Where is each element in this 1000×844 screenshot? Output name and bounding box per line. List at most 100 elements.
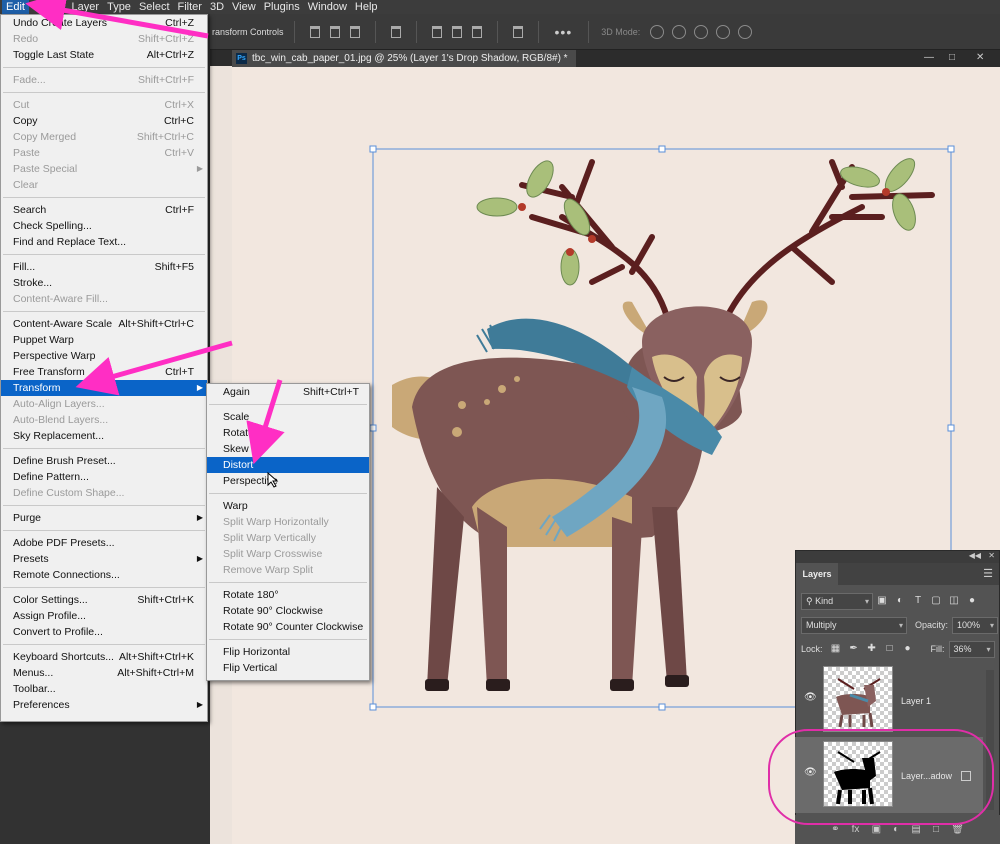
menu-plugins[interactable]: Plugins (260, 0, 304, 14)
lock-position-icon[interactable]: ✚ (866, 643, 878, 655)
transform-controls-label[interactable]: ransform Controls (212, 27, 284, 37)
menu-item-copy[interactable]: Copy Ctrl+C (1, 113, 207, 129)
more-options-icon[interactable]: ••• (555, 24, 573, 40)
submenu-item-flip-vertical[interactable]: Flip Vertical (207, 660, 369, 676)
submenu-item-rotate-90-counter-clockwise[interactable]: Rotate 90° Counter Clockwise (207, 619, 369, 635)
menu-item-search[interactable]: Search Ctrl+F (1, 202, 207, 218)
close-icon[interactable]: ✕ (976, 52, 984, 63)
menu-item-define-brush-preset[interactable]: Define Brush Preset... (1, 453, 207, 469)
submenu-item-scale[interactable]: Scale (207, 409, 369, 425)
link-layers-icon[interactable]: ⚭ (831, 824, 839, 835)
image-filter-icon[interactable]: ▣ (876, 595, 888, 607)
menu-item-stroke[interactable]: Stroke... (1, 275, 207, 291)
menu-item-transform[interactable]: Transform ▶ (1, 380, 207, 396)
align-top-icon[interactable] (431, 25, 442, 38)
menu-item-toolbar[interactable]: Toolbar... (1, 681, 207, 697)
filter-toggle-icon[interactable]: ● (966, 595, 978, 607)
menu-item-auto-align-layers[interactable]: Auto-Align Layers... (1, 396, 207, 412)
menu-item-fill[interactable]: Fill... Shift+F5 (1, 259, 207, 275)
3d-scale-icon[interactable] (738, 24, 753, 39)
menu-item-convert-to-profile[interactable]: Convert to Profile... (1, 624, 207, 640)
menu-item-content-aware-scale[interactable]: Content-Aware Scale Alt+Shift+Ctrl+C (1, 316, 207, 332)
group-folder-icon[interactable]: ▤ (911, 824, 920, 835)
3d-roll-icon[interactable] (672, 24, 687, 39)
menu-item-paste[interactable]: Paste Ctrl+V (1, 145, 207, 161)
add-mask-icon[interactable]: ▣ (872, 824, 881, 835)
menu-item-color-settings[interactable]: Color Settings... Shift+Ctrl+K (1, 592, 207, 608)
menu-item-define-pattern[interactable]: Define Pattern... (1, 469, 207, 485)
menu-item-purge[interactable]: Purge ▶ (1, 510, 207, 526)
menu-item-assign-profile[interactable]: Assign Profile... (1, 608, 207, 624)
type-filter-icon[interactable]: T (912, 595, 924, 607)
submenu-item-skew[interactable]: Skew (207, 441, 369, 457)
collapse-panel-icon[interactable]: ◀◀ (969, 551, 981, 560)
submenu-item-warp[interactable]: Warp (207, 498, 369, 514)
align-right-icon[interactable] (349, 25, 360, 38)
close-panel-icon[interactable]: ✕ (988, 551, 995, 560)
eye-icon[interactable]: 👁 (804, 692, 817, 704)
align-bottom-icon[interactable] (471, 25, 482, 38)
smart-object-filter-icon[interactable]: ◫ (948, 595, 960, 607)
submenu-item-rotate-180[interactable]: Rotate 180° (207, 587, 369, 603)
distribute-horizontal-icon[interactable] (390, 25, 401, 38)
menu-item-define-custom-shape[interactable]: Define Custom Shape... (1, 485, 207, 501)
menu-item-adobe-pdf-presets[interactable]: Adobe PDF Presets... (1, 535, 207, 551)
submenu-item-remove-warp-split[interactable]: Remove Warp Split (207, 562, 369, 578)
fill-field[interactable]: 36% ▾ (948, 640, 995, 658)
menu-item-menus[interactable]: Menus... Alt+Shift+Ctrl+M (1, 665, 207, 681)
submenu-item-distort[interactable]: Distort (207, 457, 369, 473)
align-middle-icon[interactable] (451, 25, 462, 38)
new-layer-icon[interactable]: □ (933, 824, 939, 835)
align-left-icon[interactable] (309, 25, 320, 38)
menu-item-cut[interactable]: Cut Ctrl+X (1, 97, 207, 113)
blend-mode-select[interactable]: Multiply ▾ (801, 616, 907, 634)
menu-item-paste-special[interactable]: Paste Special ▶ (1, 161, 207, 177)
adjustment-layer-icon[interactable]: ◐ (893, 824, 899, 835)
lock-all-icon[interactable]: ● (902, 643, 914, 655)
menu-item-clear[interactable]: Clear (1, 177, 207, 193)
menu-item-check-spelling[interactable]: Check Spelling... (1, 218, 207, 234)
menu-item-undo-create-layers[interactable]: Undo Create Layers Ctrl+Z (1, 15, 207, 31)
3d-pan-icon[interactable] (694, 24, 709, 39)
align-center-icon[interactable] (329, 25, 340, 38)
menu-layer[interactable]: Layer (68, 0, 104, 14)
layer-name[interactable]: Layer 1 (901, 696, 931, 706)
menu-type[interactable]: Type (103, 0, 135, 14)
submenu-item-split-warp-vertically[interactable]: Split Warp Vertically (207, 530, 369, 546)
opacity-field[interactable]: 100% ▾ (952, 616, 999, 634)
document-tab[interactable]: Ps tbc_win_cab_paper_01.jpg @ 25% (Layer… (232, 50, 576, 67)
filter-kind-select[interactable]: ⚲ Kind ▾ (801, 592, 873, 610)
submenu-item-split-warp-horizontally[interactable]: Split Warp Horizontally (207, 514, 369, 530)
submenu-item-again[interactable]: Again Shift+Ctrl+T (207, 384, 369, 400)
submenu-item-rotate[interactable]: Rotate (207, 425, 369, 441)
adjustment-filter-icon[interactable]: ◐ (894, 595, 906, 607)
menu-item-fade[interactable]: Fade... Shift+Ctrl+F (1, 72, 207, 88)
shape-filter-icon[interactable]: ▢ (930, 595, 942, 607)
menu-item-content-aware-fill[interactable]: Content-Aware Fill... (1, 291, 207, 307)
menu-item-toggle-last-state[interactable]: Toggle Last State Alt+Ctrl+Z (1, 47, 207, 63)
3d-slide-icon[interactable] (716, 24, 731, 39)
submenu-item-rotate-90-clockwise[interactable]: Rotate 90° Clockwise (207, 603, 369, 619)
submenu-item-split-warp-crosswise[interactable]: Split Warp Crosswise (207, 546, 369, 562)
lock-transparency-icon[interactable]: ▦ (830, 643, 842, 655)
panel-menu-icon[interactable]: ☰ (983, 567, 993, 580)
menu-item-free-transform[interactable]: Free Transform Ctrl+T (1, 364, 207, 380)
menu-item-remote-connections[interactable]: Remote Connections... (1, 567, 207, 583)
submenu-item-flip-horizontal[interactable]: Flip Horizontal (207, 644, 369, 660)
menu-item-auto-blend-layers[interactable]: Auto-Blend Layers... (1, 412, 207, 428)
submenu-item-perspective[interactable]: Perspective (207, 473, 369, 489)
menu-item-perspective-warp[interactable]: Perspective Warp (1, 348, 207, 364)
menu-3d[interactable]: 3D (206, 0, 228, 14)
distribute-vertical-icon[interactable] (512, 25, 523, 38)
menu-item-copy-merged[interactable]: Copy Merged Shift+Ctrl+C (1, 129, 207, 145)
tab-layers[interactable]: Layers (796, 563, 838, 585)
maximize-icon[interactable]: □ (949, 52, 955, 63)
menu-item-presets[interactable]: Presets ▶ (1, 551, 207, 567)
menu-item-sky-replacement[interactable]: Sky Replacement... (1, 428, 207, 444)
menu-select[interactable]: Select (135, 0, 174, 14)
fx-icon[interactable]: fx (852, 824, 860, 835)
menu-view[interactable]: View (228, 0, 260, 14)
menu-filter[interactable]: Filter (174, 0, 206, 14)
lock-image-icon[interactable]: ✒ (848, 643, 860, 655)
menu-item-redo[interactable]: Redo Shift+Ctrl+Z (1, 31, 207, 47)
